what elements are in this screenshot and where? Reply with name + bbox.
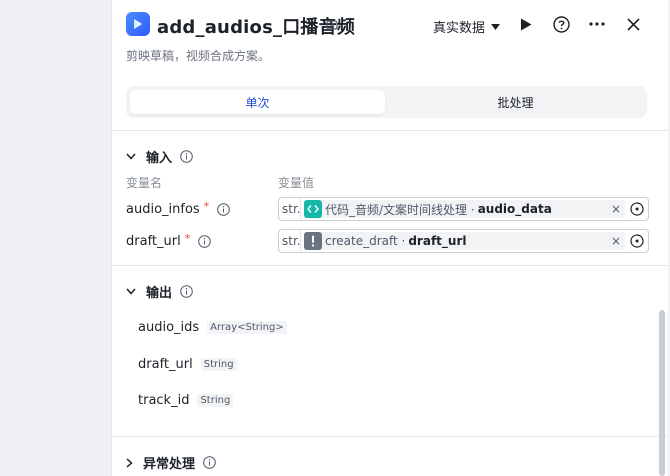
output-section-header[interactable]: 输出 xyxy=(126,282,193,301)
close-button[interactable] xyxy=(623,14,643,34)
param-value-field[interactable]: str. create_draft · draft_url × xyxy=(278,229,649,253)
divider xyxy=(112,436,668,437)
mode-tabs: 单次 批处理 xyxy=(126,86,647,118)
param-draft-url: draft_url * xyxy=(126,232,212,249)
output-section-label: 输出 xyxy=(146,286,173,301)
data-source-label: 真实数据 xyxy=(433,21,486,36)
chevron-right-icon xyxy=(126,457,133,468)
edit-icon[interactable] xyxy=(325,17,339,31)
info-icon[interactable] xyxy=(217,203,230,216)
panel-header: add_audios_口播音频 真实数据 剪映草稿，视频合成方案。 xyxy=(112,0,668,80)
required-marker: * xyxy=(203,200,210,213)
target-icon xyxy=(630,202,644,216)
type-badge: Array<String> xyxy=(207,321,287,334)
info-icon[interactable] xyxy=(198,235,212,248)
scrollbar-thumb[interactable] xyxy=(659,310,665,476)
info-icon[interactable] xyxy=(180,285,193,298)
exception-section-label: 异常处理 xyxy=(143,457,196,472)
type-badge: String xyxy=(197,394,234,407)
node-config-panel: add_audios_口播音频 真实数据 剪映草稿，视频合成方案。 单次 批处理… xyxy=(111,0,668,476)
input-section-label: 输入 xyxy=(146,151,173,166)
node-description: 剪映草稿，视频合成方案。 xyxy=(126,49,271,63)
output-item: track_id String xyxy=(138,393,234,408)
output-item: audio_ids Array<String> xyxy=(138,320,287,335)
divider xyxy=(112,265,668,266)
close-icon xyxy=(626,17,640,31)
output-item: draft_url String xyxy=(138,357,237,372)
tab-single[interactable]: 单次 xyxy=(130,90,385,114)
output-name: audio_ids xyxy=(138,320,200,335)
type-badge: String xyxy=(200,358,237,371)
variable-source: create_draft · xyxy=(325,234,406,248)
type-label: str. xyxy=(279,230,301,252)
more-dots-icon xyxy=(589,22,605,26)
code-icon xyxy=(304,200,322,218)
output-name: draft_url xyxy=(138,357,193,372)
variable-name: audio_data xyxy=(477,202,552,216)
more-button[interactable] xyxy=(587,14,607,34)
chevron-down-icon xyxy=(126,153,136,160)
param-value-field[interactable]: str. 代码_音频/文案时间线处理 · audio_data × xyxy=(278,197,649,221)
variable-picker-button[interactable] xyxy=(628,200,646,218)
output-name: track_id xyxy=(138,393,190,408)
info-icon[interactable] xyxy=(180,150,193,163)
help-circle-icon xyxy=(552,15,570,33)
tab-batch[interactable]: 批处理 xyxy=(388,90,643,114)
chevron-down-icon xyxy=(126,288,136,295)
param-name-label: audio_infos xyxy=(126,202,200,217)
required-marker: * xyxy=(184,232,191,245)
input-section-header[interactable]: 输入 xyxy=(126,147,193,166)
remove-tag-icon[interactable]: × xyxy=(611,232,621,250)
canvas-background xyxy=(0,0,111,476)
caret-down-icon xyxy=(491,23,501,30)
column-header-value: 变量值 xyxy=(278,176,315,190)
variable-source: 代码_音频/文案时间线处理 · xyxy=(325,202,475,217)
help-button[interactable] xyxy=(551,14,571,34)
run-button[interactable] xyxy=(516,14,536,34)
target-icon xyxy=(630,234,644,248)
param-audio-infos: audio_infos * xyxy=(126,200,230,217)
divider xyxy=(112,130,668,131)
column-header-name: 变量名 xyxy=(126,176,163,190)
param-name-label: draft_url xyxy=(126,234,181,249)
capcut-app-icon xyxy=(126,12,150,36)
info-icon[interactable] xyxy=(203,456,216,469)
remove-tag-icon[interactable]: × xyxy=(611,200,621,218)
variable-picker-button[interactable] xyxy=(628,232,646,250)
variable-reference-tag[interactable]: 代码_音频/文案时间线处理 · audio_data × xyxy=(304,200,625,218)
play-icon xyxy=(521,18,532,30)
type-label: str. xyxy=(279,198,301,220)
variable-reference-tag[interactable]: create_draft · draft_url × xyxy=(304,232,625,250)
exception-section-header[interactable]: 异常处理 xyxy=(126,453,216,472)
variable-name: draft_url xyxy=(408,234,467,248)
exclamation-icon xyxy=(304,232,322,250)
data-source-select[interactable]: 真实数据 xyxy=(433,17,501,36)
